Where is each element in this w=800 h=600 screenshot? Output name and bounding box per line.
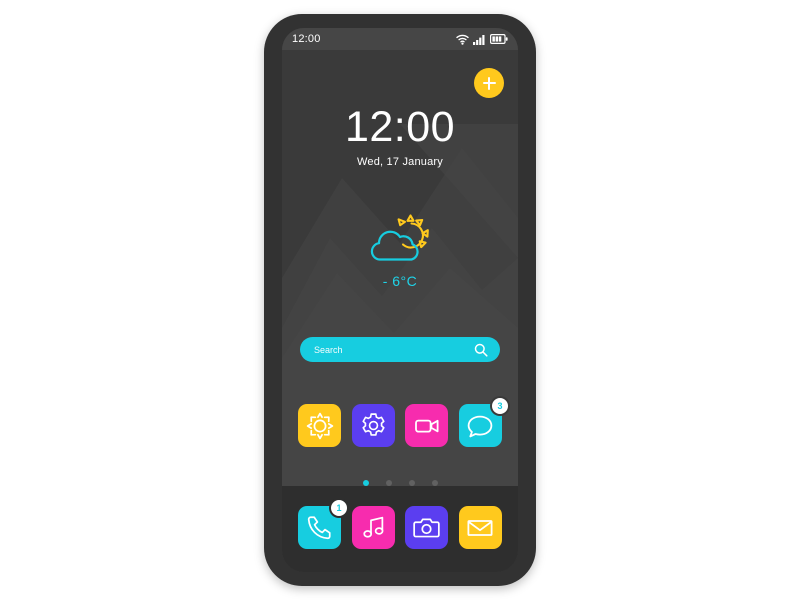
- camera-icon: [413, 518, 441, 538]
- search-icon[interactable]: [474, 343, 488, 357]
- app-tile-video[interactable]: [405, 404, 449, 447]
- weather-widget[interactable]: - 6°C: [282, 214, 518, 289]
- battery-icon: [490, 34, 508, 44]
- badge-phone: 1: [331, 500, 347, 516]
- dock-icon-mail[interactable]: [458, 506, 502, 549]
- cellular-signal-icon: [473, 34, 485, 45]
- music-note-icon: [363, 516, 384, 538]
- status-bar: 12:00: [282, 28, 518, 50]
- app-icon-video[interactable]: [405, 404, 449, 447]
- clock-date: Wed, 17 January: [357, 156, 443, 168]
- dock-tile-mail[interactable]: [458, 506, 502, 549]
- dock-row: 1: [298, 500, 502, 549]
- badge-messages: 3: [491, 398, 508, 414]
- phone-screen: 12:00 12:00 Wed, 17 January - 6°C Search…: [282, 28, 518, 572]
- plus-icon: [482, 76, 496, 90]
- search-input[interactable]: [314, 344, 454, 355]
- clock-time: 12:00: [344, 103, 456, 151]
- dock-icon-music[interactable]: [351, 506, 395, 549]
- clock-widget[interactable]: 12:00 Wed, 17 January: [282, 103, 518, 169]
- screenshot-canvas: 12:00 12:00 Wed, 17 January - 6°C Search…: [0, 0, 800, 600]
- app-grid: 3: [298, 398, 508, 447]
- gear-icon: [362, 413, 385, 436]
- wifi-icon: [456, 34, 469, 45]
- search-bar[interactable]: [300, 337, 500, 362]
- cloud-sun-icon: [367, 214, 433, 266]
- chat-bubble-icon: [468, 415, 493, 437]
- app-icon-brightness[interactable]: [298, 404, 341, 447]
- video-camera-icon: [414, 419, 439, 433]
- sun-icon: [306, 412, 333, 439]
- app-icon-messages[interactable]: 3: [458, 398, 508, 447]
- add-floating-action-button[interactable]: [474, 68, 504, 98]
- dock-tile-camera[interactable]: [405, 506, 449, 549]
- dock-tile-music[interactable]: [351, 506, 395, 549]
- status-bar-icons: [456, 34, 508, 45]
- status-bar-time: 12:00: [292, 33, 321, 45]
- app-tile-settings[interactable]: [351, 404, 395, 447]
- dock-bar: 1: [282, 486, 518, 572]
- envelope-icon: [467, 519, 493, 536]
- phone-icon: [307, 516, 331, 540]
- dock-icon-camera[interactable]: [405, 506, 449, 549]
- dock-icon-phone[interactable]: 1: [298, 500, 347, 549]
- app-icon-settings[interactable]: [351, 404, 395, 447]
- weather-temperature: - 6°C: [382, 273, 418, 289]
- app-tile-brightness[interactable]: [298, 404, 341, 447]
